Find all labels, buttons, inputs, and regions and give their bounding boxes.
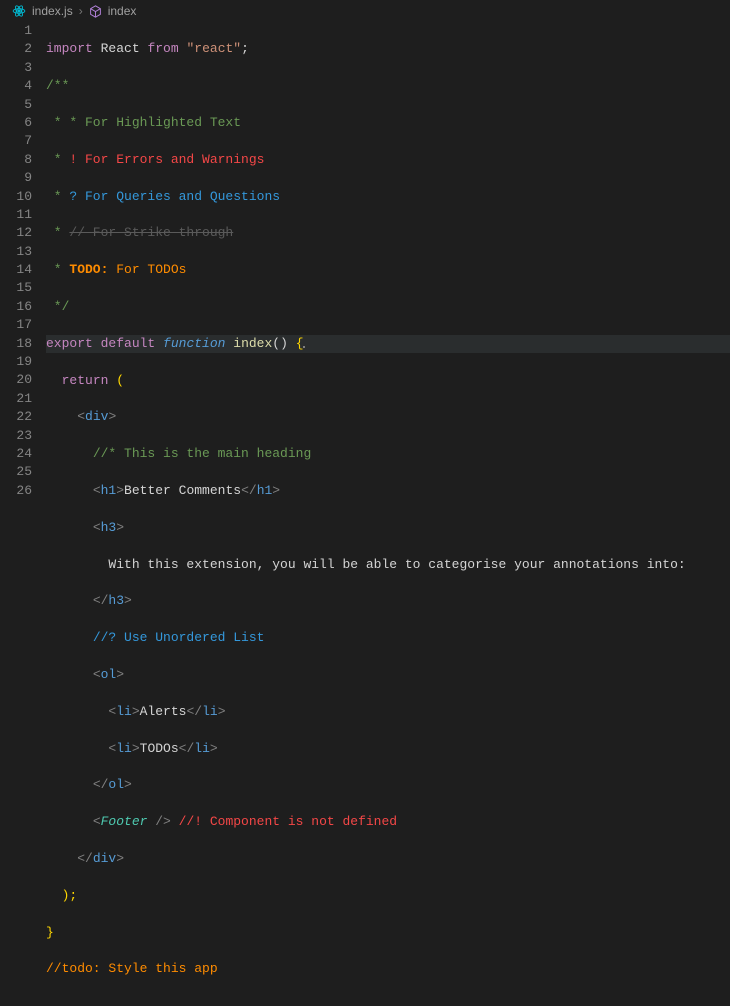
code-line[interactable]: </ol> bbox=[46, 776, 730, 794]
line-number: 12 bbox=[0, 224, 32, 242]
line-number: 1 bbox=[0, 22, 32, 40]
code-editor[interactable]: 1234567891011121314151617181920212223242… bbox=[0, 22, 730, 503]
line-number: 2 bbox=[0, 40, 32, 58]
code-line[interactable]: * * For Highlighted Text bbox=[46, 114, 730, 132]
line-number: 25 bbox=[0, 463, 32, 481]
code-line[interactable]: <div> bbox=[46, 408, 730, 426]
code-line-active[interactable]: export default function index() { bbox=[46, 335, 730, 353]
code-line[interactable]: <h3> bbox=[46, 519, 730, 537]
line-number: 3 bbox=[0, 59, 32, 77]
code-line[interactable]: //? Use Unordered List bbox=[46, 629, 730, 647]
code-area[interactable]: import React from "react"; /** * * For H… bbox=[46, 22, 730, 503]
line-number: 7 bbox=[0, 132, 32, 150]
line-number: 10 bbox=[0, 188, 32, 206]
react-icon bbox=[12, 4, 26, 18]
code-line[interactable]: */ bbox=[46, 298, 730, 316]
code-line[interactable]: </h3> bbox=[46, 592, 730, 610]
line-number: 23 bbox=[0, 427, 32, 445]
code-line[interactable]: //todo: Style this app bbox=[46, 960, 730, 978]
breadcrumb-file[interactable]: index.js bbox=[32, 4, 73, 18]
code-line[interactable]: <h1>Better Comments</h1> bbox=[46, 482, 730, 500]
line-number: 15 bbox=[0, 279, 32, 297]
code-line[interactable]: return ( bbox=[46, 372, 730, 390]
line-number: 18 bbox=[0, 335, 32, 353]
line-number: 11 bbox=[0, 206, 32, 224]
code-line[interactable]: <li>TODOs</li> bbox=[46, 740, 730, 758]
breadcrumb-symbol[interactable]: index bbox=[108, 4, 137, 18]
code-line[interactable]: /** bbox=[46, 77, 730, 95]
code-line[interactable]: </div> bbox=[46, 850, 730, 868]
line-number: 4 bbox=[0, 77, 32, 95]
line-number: 6 bbox=[0, 114, 32, 132]
line-number: 8 bbox=[0, 151, 32, 169]
code-line[interactable]: } bbox=[46, 924, 730, 942]
line-number: 17 bbox=[0, 316, 32, 334]
line-number: 9 bbox=[0, 169, 32, 187]
line-number: 19 bbox=[0, 353, 32, 371]
line-number: 13 bbox=[0, 243, 32, 261]
breadcrumb[interactable]: index.js › index bbox=[0, 0, 730, 22]
code-line[interactable]: ); bbox=[46, 887, 730, 905]
chevron-right-icon: › bbox=[79, 4, 83, 18]
line-number: 21 bbox=[0, 390, 32, 408]
line-number: 16 bbox=[0, 298, 32, 316]
line-number: 24 bbox=[0, 445, 32, 463]
line-number-gutter: 1234567891011121314151617181920212223242… bbox=[0, 22, 46, 503]
code-line[interactable]: <li>Alerts</li> bbox=[46, 703, 730, 721]
line-number: 20 bbox=[0, 371, 32, 389]
line-number: 5 bbox=[0, 96, 32, 114]
line-number: 22 bbox=[0, 408, 32, 426]
code-line[interactable]: <Footer /> //! Component is not defined bbox=[46, 813, 730, 831]
code-line[interactable]: With this extension, you will be able to… bbox=[46, 556, 730, 574]
code-line[interactable]: //* This is the main heading bbox=[46, 445, 730, 463]
line-number: 26 bbox=[0, 482, 32, 500]
code-line[interactable]: * TODO: For TODOs bbox=[46, 261, 730, 279]
code-line[interactable]: import React from "react"; bbox=[46, 40, 730, 58]
code-line[interactable]: * ? For Queries and Questions bbox=[46, 188, 730, 206]
code-line[interactable]: * // For Strike-through bbox=[46, 224, 730, 242]
cube-icon bbox=[89, 5, 102, 18]
code-line[interactable]: <ol> bbox=[46, 666, 730, 684]
line-number: 14 bbox=[0, 261, 32, 279]
code-line[interactable]: * ! For Errors and Warnings bbox=[46, 151, 730, 169]
